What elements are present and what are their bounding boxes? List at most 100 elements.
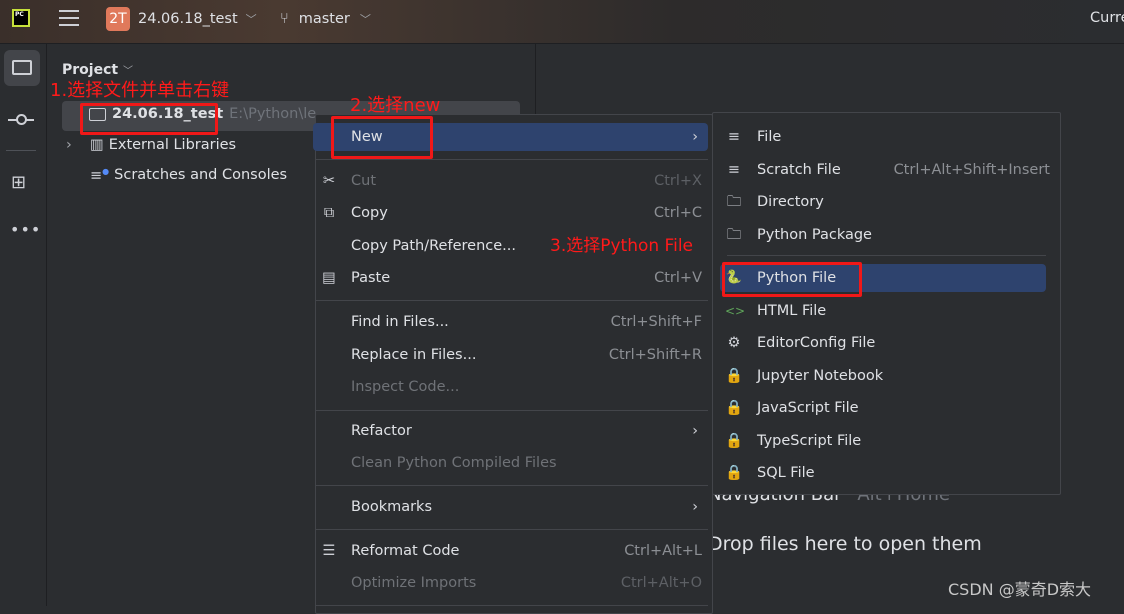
- menu-item-file[interactable]: ≡ File: [713, 122, 1060, 152]
- lock-icon: 🔒: [725, 368, 744, 384]
- menu-item-javascript-file[interactable]: 🔒 JavaScript File: [713, 393, 1060, 423]
- menu-item-cut: ✂ Cut Ctrl+X: [316, 166, 712, 196]
- project-tool-button[interactable]: [4, 50, 40, 86]
- menu-item-label: Python File: [757, 270, 837, 286]
- menu-item-label: Inspect Code...: [351, 379, 460, 395]
- lock-icon: 🔒: [725, 433, 744, 449]
- menu-item-replace-in-files[interactable]: Replace in Files... Ctrl+Shift+R: [316, 340, 712, 370]
- python-icon: 🐍: [725, 270, 743, 285]
- menu-item-python-package[interactable]: 🗀 Python Package: [713, 220, 1060, 250]
- tree-item-label: External Libraries: [108, 137, 237, 153]
- menu-item-directory[interactable]: 🗀 Directory: [713, 187, 1060, 217]
- menu-item-label: Cut: [351, 173, 376, 189]
- git-branch-icon: ⑂: [280, 11, 289, 27]
- menu-item-label: New: [351, 129, 383, 145]
- project-selector[interactable]: 2T 24.06.18_test ﹀: [106, 6, 257, 32]
- menu-item-python-file[interactable]: 🐍 Python File: [720, 263, 1050, 293]
- menu-item-label: Scratch File: [757, 162, 841, 178]
- menu-item-label: Reformat Code: [351, 543, 460, 559]
- menu-item-jupyter-notebook[interactable]: 🔒 Jupyter Notebook: [713, 361, 1060, 391]
- project-name: 24.06.18_test: [138, 11, 238, 27]
- chevron-down-icon: ﹀: [359, 13, 371, 26]
- drop-files-hint: Drop files here to open them: [708, 533, 982, 555]
- annotation-step2: 2.选择new: [350, 95, 441, 116]
- project-badge: 2T: [106, 7, 130, 31]
- menu-item-reformat-code[interactable]: ☰ Reformat Code Ctrl+Alt+L: [316, 536, 712, 566]
- annotation-step1: 1.选择文件并单击右键: [50, 80, 230, 101]
- scratch-icon: ≡●: [90, 167, 110, 184]
- structure-tool-button[interactable]: ⊞: [11, 172, 26, 193]
- menu-item-shortcut: Ctrl+Shift+R: [608, 347, 702, 363]
- menu-item-label: Find in Files...: [351, 314, 449, 330]
- menu-item-label: File: [757, 129, 782, 145]
- menu-item-label: Paste: [351, 270, 391, 286]
- commit-tool-button[interactable]: [8, 110, 36, 130]
- tree-item-scratches[interactable]: ≡● Scratches and Consoles: [90, 167, 287, 184]
- menu-item-shortcut: Ctrl+C: [653, 205, 702, 221]
- branch-selector[interactable]: ⑂ master ﹀: [280, 6, 371, 32]
- menu-item-editorconfig-file[interactable]: ⚙ EditorConfig File: [713, 328, 1060, 358]
- folder-icon: 🗀: [726, 194, 742, 210]
- menu-item-sql-file[interactable]: 🔒 SQL File: [713, 458, 1060, 488]
- html-icon: <>: [725, 304, 746, 318]
- menu-item-label: TypeScript File: [757, 433, 862, 449]
- branch-name: master: [298, 11, 350, 27]
- menu-separator: [316, 300, 708, 301]
- tree-item-external-libraries[interactable]: ▥ External Libraries: [90, 137, 236, 153]
- menu-item-label: Directory: [757, 194, 824, 210]
- menu-item-label: Replace in Files...: [351, 347, 477, 363]
- menu-item-scratch-file[interactable]: ≡ Scratch File Ctrl+Alt+Shift+Insert: [713, 155, 1060, 185]
- menu-item-shortcut: Ctrl+Shift+F: [610, 314, 702, 330]
- menu-item-shortcut: Ctrl+Alt+L: [624, 543, 702, 559]
- menu-item-label: JavaScript File: [757, 400, 859, 416]
- menu-item-copy[interactable]: ⧉ Copy Ctrl+C: [316, 198, 712, 228]
- menu-item-bookmarks[interactable]: Bookmarks ›: [316, 492, 712, 522]
- package-icon: 🗀: [726, 227, 742, 243]
- menu-item-label: Optimize Imports: [351, 575, 477, 591]
- menu-item-label: Bookmarks: [351, 499, 433, 515]
- main-menu-button[interactable]: [59, 10, 79, 26]
- menu-item-refactor[interactable]: Refactor ›: [316, 416, 712, 446]
- menu-item-label: Python Package: [757, 227, 872, 243]
- menu-item-label: EditorConfig File: [757, 335, 876, 351]
- run-config-selector[interactable]: Curre: [1090, 10, 1124, 26]
- menu-item-label: Refactor: [351, 423, 412, 439]
- menu-item-shortcut: Ctrl+Alt+Shift+Insert: [893, 162, 1050, 178]
- more-icon: •••: [10, 220, 42, 239]
- chevron-right-icon: ›: [692, 423, 698, 439]
- menu-item-typescript-file[interactable]: 🔒 TypeScript File: [713, 426, 1060, 456]
- menu-item-clean-python-compiled-files: Clean Python Compiled Files: [316, 448, 712, 478]
- menu-item-shortcut: Ctrl+Alt+O: [620, 575, 702, 591]
- folder-icon: [12, 60, 32, 75]
- menu-item-new[interactable]: New ›: [313, 122, 712, 152]
- watermark: CSDN @蒙奇D索大: [948, 580, 1092, 599]
- expand-chevron-icon[interactable]: ›: [66, 137, 72, 153]
- title-bar: PC 2T 24.06.18_test ﹀ ⑂ master ﹀ Curre: [0, 0, 1124, 44]
- menu-item-optimize-imports: Optimize Imports Ctrl+Alt+O: [316, 568, 712, 598]
- menu-separator: [316, 159, 708, 160]
- menu-item-paste[interactable]: ▤ Paste Ctrl+V: [316, 263, 712, 293]
- divider: [6, 150, 36, 151]
- lock-icon: 🔒: [725, 400, 744, 416]
- menu-item-find-in-files[interactable]: Find in Files... Ctrl+Shift+F: [316, 307, 712, 337]
- menu-item-label: Clean Python Compiled Files: [351, 455, 557, 471]
- chevron-right-icon: ›: [692, 129, 698, 145]
- more-tools-button[interactable]: •••: [10, 220, 41, 239]
- menu-item-shortcut: Ctrl+V: [654, 270, 702, 286]
- library-icon: ▥: [90, 137, 104, 153]
- tree-item-path: E:\Python\le: [229, 106, 317, 122]
- menu-item-inspect-code: Inspect Code...: [316, 372, 712, 402]
- menu-item-label: Copy Path/Reference...: [351, 238, 516, 254]
- pycharm-logo-icon: PC: [12, 9, 30, 27]
- annotation-step3: 3.选择Python File: [550, 236, 693, 256]
- annotation-box-root: [80, 103, 218, 135]
- file-icon: ≡: [727, 129, 741, 145]
- structure-icon: ⊞: [11, 172, 27, 193]
- menu-item-html-file[interactable]: <> HTML File: [713, 296, 1060, 326]
- menu-separator: [316, 410, 708, 411]
- scissors-icon: ✂: [322, 173, 336, 189]
- menu-separator: [316, 485, 708, 486]
- chevron-right-icon: ›: [692, 499, 698, 515]
- paste-icon: ▤: [322, 270, 336, 286]
- tool-window-strip: ⊞ •••: [0, 44, 47, 606]
